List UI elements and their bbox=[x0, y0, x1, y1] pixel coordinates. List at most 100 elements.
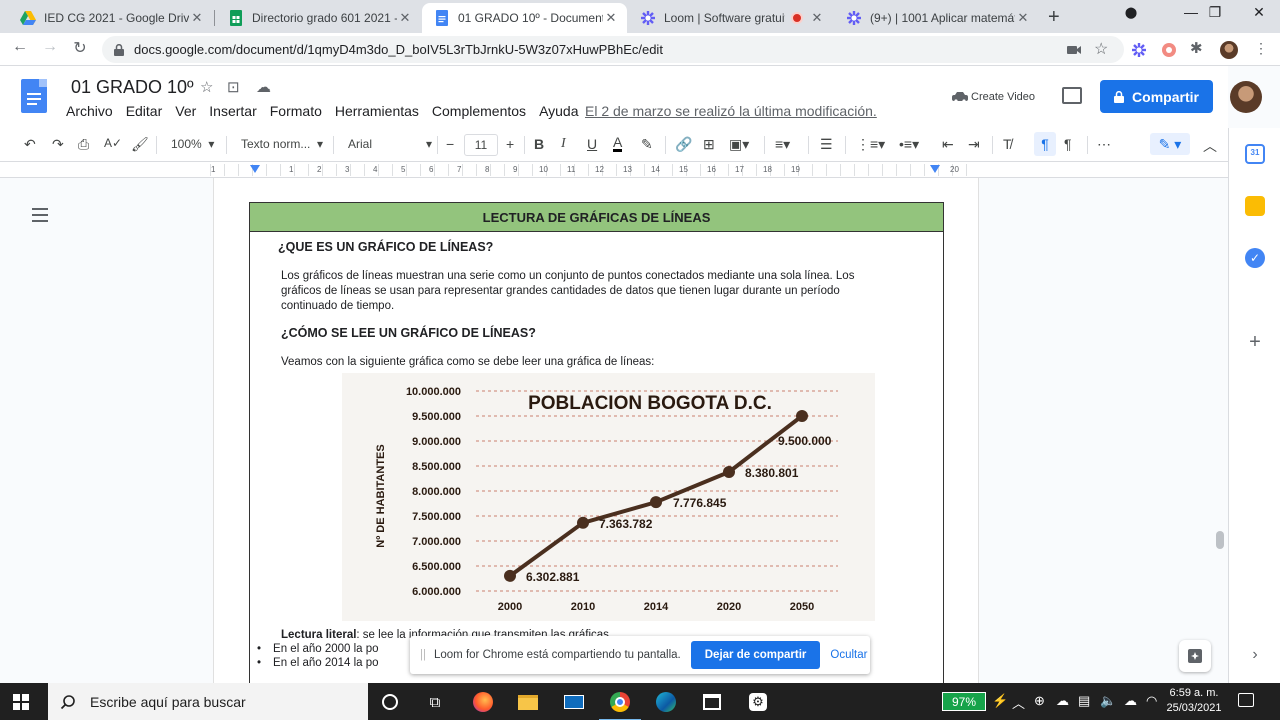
close-icon[interactable]: ✕ bbox=[189, 10, 205, 26]
menu-ver[interactable]: Ver bbox=[175, 103, 196, 119]
print-icon[interactable]: ⎙ bbox=[78, 136, 89, 153]
text-color-icon[interactable]: A bbox=[613, 135, 623, 152]
stop-sharing-button[interactable]: Dejar de compartir bbox=[690, 641, 821, 669]
style-select[interactable]: Texto norm... ▾ bbox=[241, 137, 323, 151]
align-icon[interactable]: ≡▾ bbox=[775, 136, 790, 153]
drag-handle-icon[interactable]: || bbox=[420, 649, 434, 661]
menu-complementos[interactable]: Complementos bbox=[432, 103, 526, 119]
forward-button[interactable]: → bbox=[38, 38, 62, 56]
camera-icon[interactable] bbox=[1065, 41, 1083, 59]
zoom-select[interactable]: 100% ▾ bbox=[171, 137, 214, 151]
highlight-icon[interactable]: ✎ bbox=[641, 136, 653, 153]
spellcheck-icon[interactable]: A✓ bbox=[104, 136, 122, 150]
new-tab-button[interactable]: + bbox=[1048, 6, 1060, 29]
bold-icon[interactable]: B bbox=[534, 136, 544, 152]
power-icon[interactable]: ⚡ bbox=[992, 693, 1008, 709]
tab-1001-aplicar[interactable]: (9+) | 1001 Aplicar matemáti ✕ bbox=[834, 3, 1039, 33]
account-avatar[interactable] bbox=[1230, 81, 1262, 113]
scrollbar-thumb[interactable] bbox=[1216, 531, 1224, 549]
mail-icon[interactable] bbox=[561, 689, 587, 715]
menu-insertar[interactable]: Insertar bbox=[209, 103, 256, 119]
comment-history-icon[interactable] bbox=[1062, 87, 1082, 104]
hide-button[interactable]: Ocultar bbox=[830, 649, 867, 661]
document-outline-icon[interactable] bbox=[32, 208, 48, 222]
ltr-paragraph-icon[interactable]: ¶ bbox=[1034, 132, 1056, 156]
screencastify-icon[interactable] bbox=[1160, 41, 1178, 59]
line-spacing-icon[interactable]: ☰ bbox=[820, 136, 833, 153]
system-clock[interactable]: 6:59 a. m. 25/03/2021 bbox=[1162, 686, 1226, 716]
underline-icon[interactable]: U bbox=[587, 136, 597, 152]
font-size-input[interactable]: 11 bbox=[464, 134, 498, 156]
editing-mode-icon[interactable]: ✎ ▾ bbox=[1150, 133, 1190, 155]
undo-icon[interactable]: ↶ bbox=[24, 136, 36, 153]
window-close-button[interactable]: ✕ bbox=[1236, 4, 1280, 21]
document-title[interactable]: 01 GRADO 10º bbox=[71, 77, 194, 98]
battery-indicator[interactable]: 97% bbox=[942, 692, 986, 711]
notifications-icon[interactable] bbox=[1238, 693, 1254, 707]
network-icon[interactable]: ▤ bbox=[1078, 693, 1090, 709]
loom-extension-icon[interactable] bbox=[1130, 41, 1148, 59]
clear-formatting-icon[interactable]: T̸ bbox=[1003, 136, 1012, 152]
link-icon[interactable]: 🔗 bbox=[675, 136, 692, 153]
bulleted-list-icon[interactable]: •≡▾ bbox=[899, 136, 919, 153]
settings-gear-icon[interactable]: ⚙ bbox=[745, 689, 771, 715]
numbered-list-icon[interactable]: ⋮≡▾ bbox=[856, 136, 885, 153]
close-icon[interactable]: ✕ bbox=[397, 10, 413, 26]
tasks-icon[interactable]: ✓ bbox=[1245, 248, 1265, 268]
star-icon[interactable]: ☆ bbox=[200, 78, 213, 96]
keep-icon[interactable] bbox=[1245, 196, 1265, 216]
back-button[interactable]: ← bbox=[8, 38, 32, 56]
redo-icon[interactable]: ↷ bbox=[52, 136, 64, 153]
create-video-button[interactable]: Create Video bbox=[951, 91, 1035, 103]
show-hidden-icons-chevron[interactable]: ︿ bbox=[1012, 693, 1025, 712]
edge-icon[interactable] bbox=[653, 689, 679, 715]
windows-start-icon[interactable] bbox=[13, 694, 29, 710]
store-icon[interactable] bbox=[699, 689, 725, 715]
decrease-font-size-button[interactable]: − bbox=[446, 136, 454, 152]
decrease-indent-icon[interactable]: ⇤ bbox=[942, 136, 954, 153]
chrome-icon[interactable] bbox=[599, 689, 641, 720]
tab-search-icon[interactable]: ⬤ bbox=[1108, 6, 1154, 19]
paint-format-icon[interactable]: 🖌 bbox=[131, 136, 149, 153]
increase-indent-icon[interactable]: ⇥ bbox=[968, 136, 980, 153]
task-view-icon[interactable]: ⧉ bbox=[422, 689, 448, 715]
tray-app-icon[interactable]: ⊕ bbox=[1034, 693, 1045, 709]
tab-directorio[interactable]: Directorio grado 601 2021 - ✕ bbox=[216, 3, 421, 33]
taskbar-search-box[interactable]: Escribe aquí para buscar bbox=[48, 683, 368, 720]
calendar-icon[interactable]: 31 bbox=[1245, 144, 1265, 164]
tab-google-drive[interactable]: IED CG 2021 - Google Drive ✕ bbox=[8, 3, 213, 33]
increase-font-size-button[interactable]: + bbox=[506, 136, 514, 152]
add-addon-icon[interactable]: + bbox=[1245, 332, 1265, 352]
close-icon[interactable]: ✕ bbox=[1015, 10, 1031, 26]
menu-editar[interactable]: Editar bbox=[126, 103, 163, 119]
cloud-upload-icon[interactable]: ☁ bbox=[1124, 693, 1137, 709]
document-page[interactable]: LECTURA DE GRÁFICAS DE LÍNEAS ¿QUE ES UN… bbox=[214, 178, 978, 683]
explore-button[interactable] bbox=[1179, 640, 1211, 672]
close-icon[interactable]: ✕ bbox=[603, 10, 619, 26]
cortana-icon[interactable] bbox=[377, 689, 403, 715]
rtl-paragraph-icon[interactable]: ¶ bbox=[1064, 136, 1072, 152]
chrome-menu-icon[interactable]: ⋮ bbox=[1254, 40, 1272, 58]
onedrive-cloud-icon[interactable]: ☁ bbox=[1056, 693, 1069, 709]
menu-archivo[interactable]: Archivo bbox=[66, 103, 113, 119]
share-button[interactable]: Compartir bbox=[1100, 80, 1213, 113]
more-options-icon[interactable]: ⋯ bbox=[1097, 136, 1111, 153]
file-explorer-icon[interactable] bbox=[515, 689, 541, 715]
volume-icon[interactable]: 🔈 bbox=[1100, 693, 1116, 709]
add-comment-icon[interactable]: ⊞ bbox=[703, 136, 715, 153]
maximize-button[interactable]: ❐ bbox=[1192, 4, 1238, 21]
docs-logo-icon[interactable] bbox=[21, 79, 47, 113]
reload-button[interactable]: ↻ bbox=[68, 38, 92, 58]
firefox-icon[interactable] bbox=[470, 689, 496, 715]
insert-image-icon[interactable]: ▣▾ bbox=[729, 136, 749, 153]
document-workspace[interactable]: LECTURA DE GRÁFICAS DE LÍNEAS ¿QUE ES UN… bbox=[0, 178, 1228, 683]
last-edit-link[interactable]: El 2 de marzo se realizó la última modif… bbox=[585, 103, 877, 119]
menu-formato[interactable]: Formato bbox=[270, 103, 322, 119]
profile-avatar[interactable] bbox=[1220, 41, 1238, 59]
close-icon[interactable]: ✕ bbox=[809, 10, 825, 26]
tab-01-grado[interactable]: 01 GRADO 10º - Documentos ✕ bbox=[422, 3, 627, 33]
extensions-puzzle-icon[interactable]: ✱ bbox=[1190, 39, 1208, 57]
show-panel-chevron-icon[interactable]: › bbox=[1245, 646, 1265, 666]
italic-icon[interactable]: I bbox=[561, 136, 566, 152]
url-bar[interactable]: docs.google.com/document/d/1qmyD4m3do_D_… bbox=[102, 36, 1124, 63]
